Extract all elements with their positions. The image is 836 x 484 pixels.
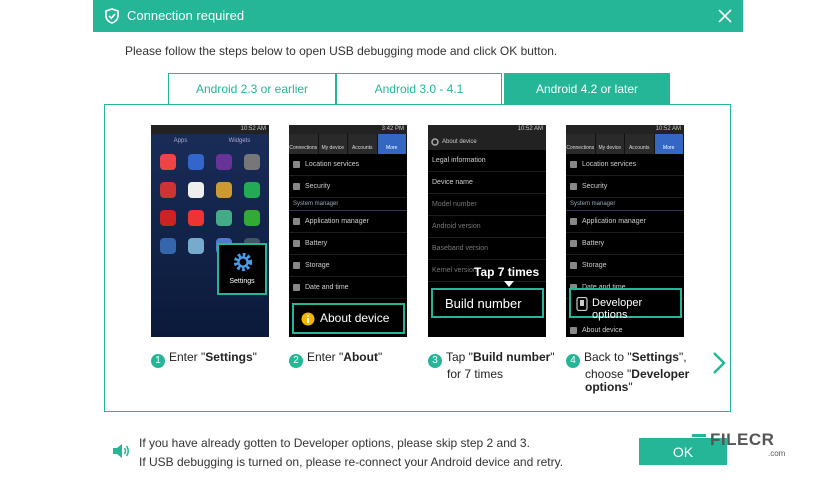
apps-tab: Apps — [173, 138, 188, 144]
settings-callout-label: Settings — [229, 278, 255, 285]
about-device-callout: About device — [292, 303, 405, 334]
settings-tabs: Connections My device Accounts More — [566, 134, 684, 154]
connections-tab: Connections — [566, 134, 596, 154]
step-1: 1 Enter "Settings" — [151, 351, 257, 368]
more-tab: More — [654, 134, 684, 154]
phone-screenshot-build-number: 10:52 AM About device Legal information … — [428, 125, 546, 337]
build-number-callout: Build number — [431, 288, 544, 318]
titlebar: Connection required — [93, 0, 743, 32]
status-bar: 10:52 AM — [428, 125, 546, 134]
accounts-tab: Accounts — [625, 134, 655, 154]
tab-android-4-2[interactable]: Android 4.2 or later — [504, 73, 670, 105]
settings-row: Storage — [289, 255, 407, 277]
settings-row: Location services — [289, 154, 407, 176]
step-3: 3 Tap "Build number" for 7 times — [428, 351, 555, 381]
phone-screenshot-settings: 10:52 AM Apps Widgets Settings — [151, 125, 269, 337]
steps-panel: 10:52 AM Apps Widgets Settings 3:42 PM C… — [104, 104, 731, 412]
info-icon — [301, 312, 315, 326]
note-line-1: If you have already gotten to Developer … — [139, 436, 530, 450]
watermark-sub: .com — [768, 449, 786, 458]
step-number-badge: 2 — [289, 354, 303, 368]
app-icon — [211, 182, 237, 206]
settings-row: Date and time — [289, 277, 407, 299]
app-drawer-tabs: Apps Widgets — [151, 134, 269, 148]
settings-row: Location services — [566, 154, 684, 176]
phone-screenshot-developer-options: 10:52 AM Connections My device Accounts … — [566, 125, 684, 337]
filecr-logo-icon — [692, 434, 706, 447]
about-row: Model number — [428, 194, 546, 216]
about-row: Legal information — [428, 150, 546, 172]
note-text: If you have already gotten to Developer … — [139, 434, 563, 472]
next-arrow-icon[interactable] — [711, 351, 727, 375]
more-tab: More — [377, 134, 407, 154]
gear-icon — [233, 252, 253, 272]
settings-tabs: Connections My device Accounts More — [289, 134, 407, 154]
status-bar: 3:42 PM — [289, 125, 407, 134]
app-icon — [155, 238, 181, 262]
watermark-text: FILECR — [710, 430, 775, 449]
settings-row: Storage — [566, 255, 684, 277]
accounts-tab: Accounts — [348, 134, 378, 154]
connections-tab: Connections — [289, 134, 319, 154]
app-icon — [239, 182, 265, 206]
settings-row: About device — [566, 320, 684, 337]
speaker-icon — [113, 444, 129, 458]
settings-row: Application manager — [289, 211, 407, 233]
build-number-callout-label: Build number — [445, 296, 522, 311]
settings-row: Security — [566, 176, 684, 198]
dialog-title: Connection required — [127, 8, 245, 23]
my-device-tab: My device — [318, 134, 348, 154]
settings-row: Battery — [289, 233, 407, 255]
about-row: Baseband version — [428, 238, 546, 260]
down-arrow-icon — [504, 281, 514, 287]
my-device-tab: My device — [595, 134, 625, 154]
step-number-badge: 1 — [151, 354, 165, 368]
about-row: Android version — [428, 216, 546, 238]
developer-options-callout-label: Developer options — [592, 297, 643, 321]
status-bar: 10:52 AM — [151, 125, 269, 134]
developer-options-callout: Developer options — [569, 288, 682, 321]
instruction-text: Please follow the steps below to open US… — [125, 44, 558, 58]
step-number-badge: 3 — [428, 354, 442, 368]
app-icon — [239, 154, 265, 178]
app-icon — [155, 210, 181, 234]
step-2: 2 Enter "About" — [289, 351, 382, 368]
note-line-2: If USB debugging is turned on, please re… — [139, 455, 564, 469]
app-icon — [183, 210, 209, 234]
about-row: Device name — [428, 172, 546, 194]
settings-section-header: System manager — [566, 198, 684, 211]
about-device-callout-label: About device — [320, 311, 390, 325]
close-icon[interactable] — [715, 6, 735, 26]
widgets-tab: Widgets — [228, 138, 251, 144]
settings-section-header: System manager — [289, 198, 407, 211]
developer-phone-icon — [576, 297, 588, 311]
filecr-watermark: FILECR .com — [690, 430, 810, 460]
app-icon — [211, 154, 237, 178]
settings-callout: Settings — [217, 243, 267, 295]
step-number-badge: 4 — [566, 354, 580, 368]
tab-android-3-0[interactable]: Android 3.0 - 4.1 — [336, 73, 502, 105]
app-icon — [183, 238, 209, 262]
connection-dialog: Connection required Please follow the st… — [93, 0, 743, 484]
phone-screenshot-about: 3:42 PM Connections My device Accounts M… — [289, 125, 407, 337]
settings-row: Application manager — [566, 211, 684, 233]
shield-check-icon — [105, 8, 119, 24]
step-4: 4 Back to "Settings", choose "Developer o… — [566, 351, 689, 394]
app-icon — [155, 154, 181, 178]
app-icon — [155, 182, 181, 206]
tap-seven-times-label: Tap 7 times — [474, 265, 540, 279]
settings-row: Battery — [566, 233, 684, 255]
app-icon — [183, 154, 209, 178]
app-icon — [211, 210, 237, 234]
about-device-header: About device — [428, 134, 546, 150]
tab-android-2-3[interactable]: Android 2.3 or earlier — [168, 73, 336, 105]
settings-row: Security — [289, 176, 407, 198]
status-bar: 10:52 AM — [566, 125, 684, 134]
app-icon — [183, 182, 209, 206]
back-gear-icon — [431, 138, 439, 146]
app-icon — [239, 210, 265, 234]
